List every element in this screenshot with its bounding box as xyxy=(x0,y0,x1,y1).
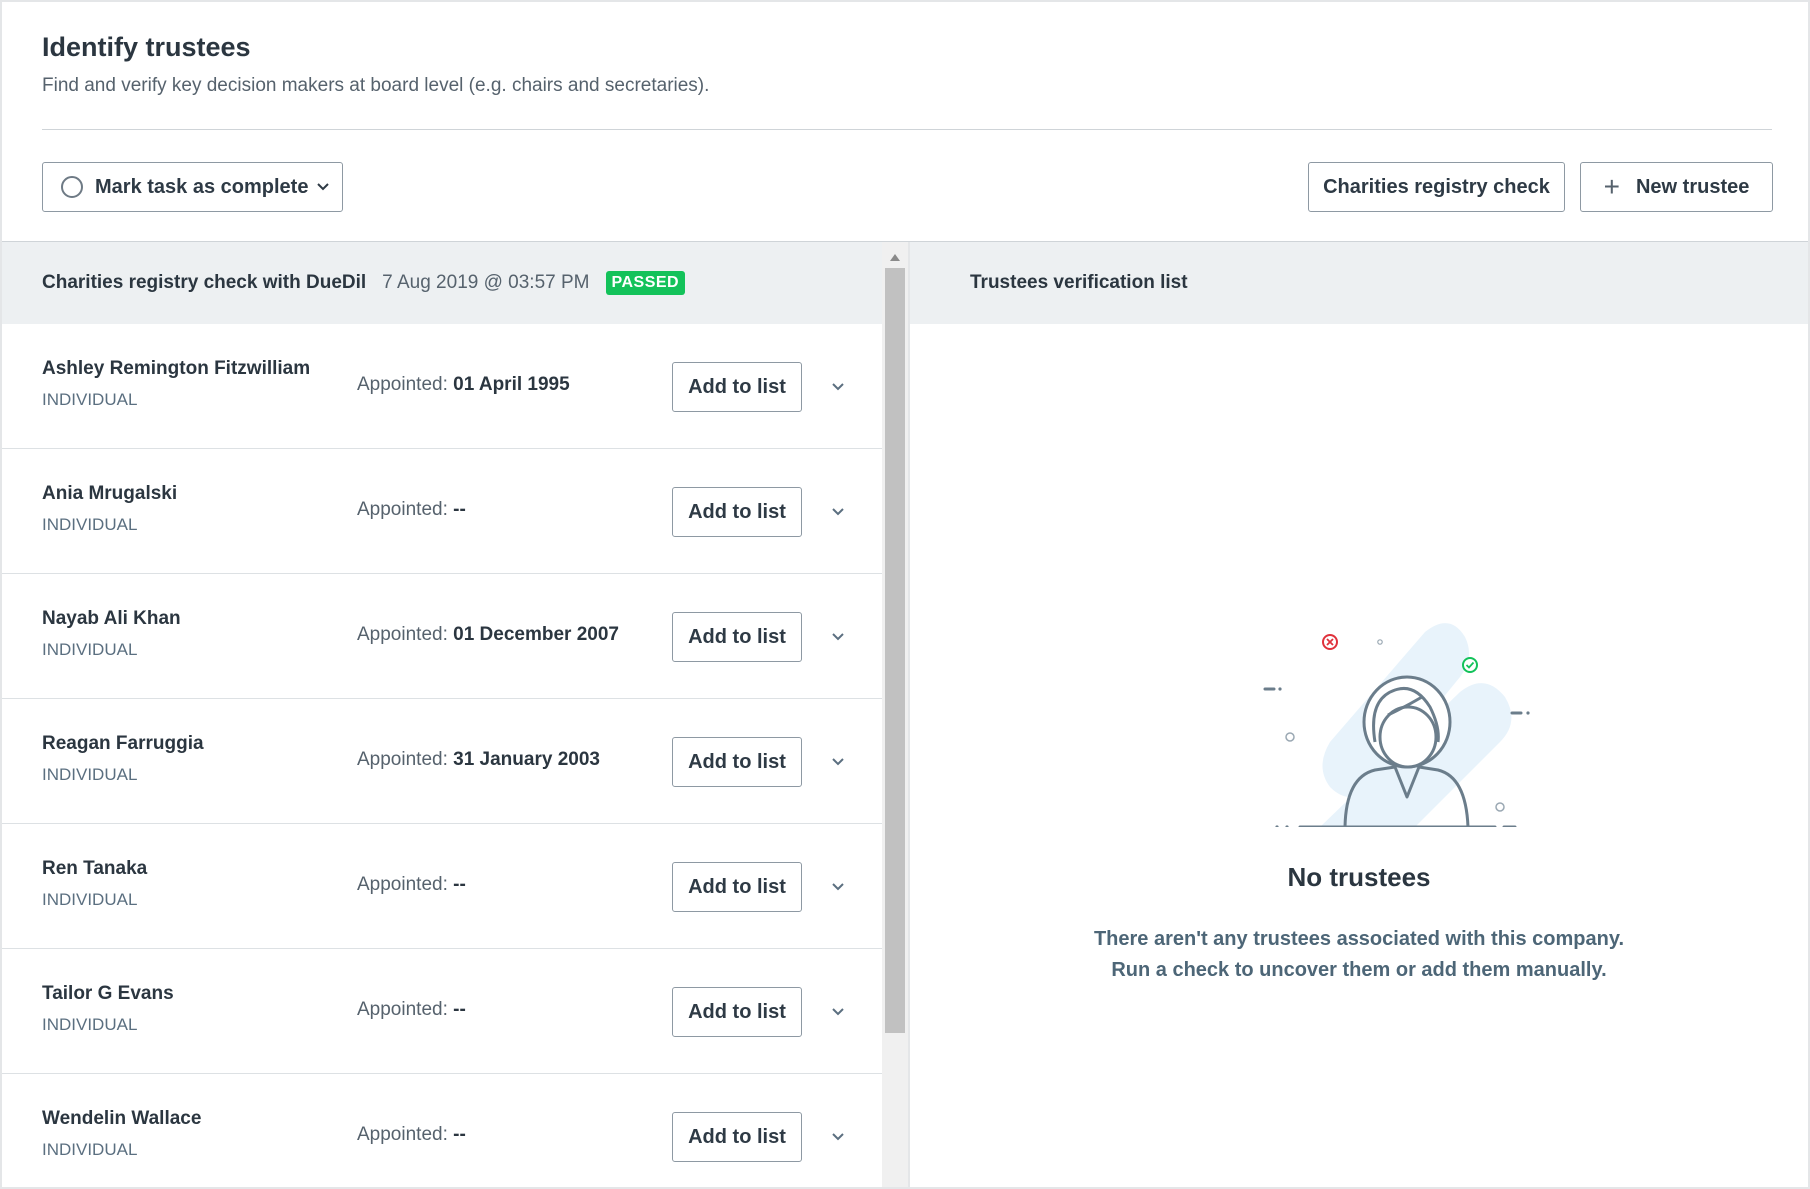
trustee-row: Ania Mrugalski INDIVIDUAL Appointed: -- … xyxy=(2,449,882,574)
add-to-list-label: Add to list xyxy=(688,625,786,648)
add-to-list-button[interactable]: Add to list xyxy=(672,737,802,787)
appointed-label: Appointed: xyxy=(357,499,454,520)
add-to-list-button[interactable]: Add to list xyxy=(672,987,802,1037)
appointed-label: Appointed: xyxy=(357,374,454,395)
appointed-label: Appointed: xyxy=(357,1124,454,1145)
appointed-date: 01 April 1995 xyxy=(453,374,570,395)
trustee-appointed: Appointed: -- xyxy=(357,999,466,1021)
scroll-up-arrow-icon[interactable] xyxy=(890,254,900,261)
new-trustee-label: New trustee xyxy=(1635,175,1750,198)
trustee-name: Reagan Farruggia xyxy=(42,733,204,754)
page-subtitle: Find and verify key decision makers at b… xyxy=(42,75,710,96)
add-to-list-label: Add to list xyxy=(688,1125,786,1148)
appointed-label: Appointed: xyxy=(357,749,454,770)
charities-registry-check-button[interactable]: Charities registry check xyxy=(1308,162,1565,212)
chevron-down-icon[interactable] xyxy=(828,1126,848,1146)
add-to-list-label: Add to list xyxy=(688,875,786,898)
chevron-down-icon[interactable] xyxy=(828,876,848,896)
mark-task-complete-button[interactable]: Mark task as complete xyxy=(42,162,343,212)
trustee-type: INDIVIDUAL xyxy=(42,1140,138,1159)
trustee-type: INDIVIDUAL xyxy=(42,640,138,659)
new-trustee-button[interactable]: + New trustee xyxy=(1580,162,1773,212)
trustee-type: INDIVIDUAL xyxy=(42,515,138,534)
trustee-row: Ren Tanaka INDIVIDUAL Appointed: -- Add … xyxy=(2,824,882,949)
chevron-down-icon[interactable] xyxy=(828,376,848,396)
trustee-list: Ashley Remington Fitzwilliam INDIVIDUAL … xyxy=(2,324,882,1187)
plus-icon: + xyxy=(1603,171,1620,202)
trustee-appointed: Appointed: -- xyxy=(357,1124,466,1146)
appointed-date: -- xyxy=(453,499,466,520)
circle-icon xyxy=(61,176,83,198)
chevron-down-icon[interactable] xyxy=(828,1001,848,1021)
appointed-label: Appointed: xyxy=(357,999,454,1020)
trustee-type: INDIVIDUAL xyxy=(42,765,138,784)
trustees-page: Identify trustees Find and verify key de… xyxy=(0,0,1810,1189)
add-to-list-label: Add to list xyxy=(688,750,786,773)
trustee-name: Nayab Ali Khan xyxy=(42,608,181,629)
charities-registry-check-label: Charities registry check xyxy=(1323,175,1550,198)
page-header: Identify trustees Find and verify key de… xyxy=(42,32,1768,97)
appointed-label: Appointed: xyxy=(357,624,454,645)
registry-check-header: Charities registry check with DueDil 7 A… xyxy=(2,242,882,324)
trustee-row: Wendelin Wallace INDIVIDUAL Appointed: -… xyxy=(2,1074,882,1187)
trustee-row: Nayab Ali Khan INDIVIDUAL Appointed: 01 … xyxy=(2,574,882,699)
scrollbar[interactable] xyxy=(882,242,908,1187)
trustee-type: INDIVIDUAL xyxy=(42,1015,138,1034)
trustee-name: Ashley Remington Fitzwilliam xyxy=(42,358,311,379)
appointed-date: 31 January 2003 xyxy=(453,749,600,770)
status-badge: PASSED xyxy=(605,271,686,295)
add-to-list-button[interactable]: Add to list xyxy=(672,862,802,912)
trustee-appointed: Appointed: -- xyxy=(357,499,466,521)
add-to-list-button[interactable]: Add to list xyxy=(672,612,802,662)
registry-results-panel: Charities registry check with DueDil 7 A… xyxy=(2,242,882,1187)
empty-state-line-1: There aren't any trustees associated wit… xyxy=(1093,928,1625,950)
empty-state-line-2: Run a check to uncover them or add them … xyxy=(1111,959,1607,981)
appointed-date: -- xyxy=(453,1124,466,1145)
add-to-list-button[interactable]: Add to list xyxy=(672,1112,802,1162)
chevron-down-icon xyxy=(317,183,330,191)
appointed-label: Appointed: xyxy=(357,874,454,895)
trustee-name: Tailor G Evans xyxy=(42,983,174,1004)
add-to-list-label: Add to list xyxy=(688,1000,786,1023)
empty-state-message: There aren't any trustees associated wit… xyxy=(910,924,1808,986)
verification-title: Trustees verification list xyxy=(970,272,1188,293)
trustee-name: Wendelin Wallace xyxy=(42,1108,202,1129)
trustee-row: Tailor G Evans INDIVIDUAL Appointed: -- … xyxy=(2,949,882,1074)
trustee-type: INDIVIDUAL xyxy=(42,890,138,909)
trustee-name: Ren Tanaka xyxy=(42,858,148,879)
mark-task-complete-label: Mark task as complete xyxy=(95,175,309,198)
trustee-name: Ania Mrugalski xyxy=(42,483,178,504)
chevron-down-icon[interactable] xyxy=(828,626,848,646)
chevron-down-icon[interactable] xyxy=(828,751,848,771)
trustee-appointed: Appointed: 01 April 1995 xyxy=(357,374,570,396)
page-title: Identify trustees xyxy=(42,32,251,62)
appointed-date: -- xyxy=(453,874,466,895)
trustee-row: Ashley Remington Fitzwilliam INDIVIDUAL … xyxy=(2,324,882,449)
verification-header: Trustees verification list xyxy=(910,242,1808,324)
trustee-appointed: Appointed: -- xyxy=(357,874,466,896)
add-to-list-label: Add to list xyxy=(688,500,786,523)
trustee-type: INDIVIDUAL xyxy=(42,390,138,409)
scroll-thumb[interactable] xyxy=(885,268,905,1033)
empty-state-title: No trustees xyxy=(1287,862,1431,892)
chevron-down-icon[interactable] xyxy=(828,501,848,521)
verification-panel: Trustees verification list No trustees T… xyxy=(910,242,1808,1187)
empty-person-illustration-icon xyxy=(1263,623,1530,827)
registry-check-source: Charities registry check with DueDil xyxy=(42,272,367,293)
registry-check-timestamp: 7 Aug 2019 @ 03:57 PM xyxy=(382,272,590,293)
trustee-appointed: Appointed: 01 December 2007 xyxy=(357,624,619,646)
add-to-list-label: Add to list xyxy=(688,375,786,398)
header-divider xyxy=(42,129,1772,130)
appointed-date: -- xyxy=(453,999,466,1020)
add-to-list-button[interactable]: Add to list xyxy=(672,487,802,537)
add-to-list-button[interactable]: Add to list xyxy=(672,362,802,412)
trustee-appointed: Appointed: 31 January 2003 xyxy=(357,749,600,771)
trustee-row: Reagan Farruggia INDIVIDUAL Appointed: 3… xyxy=(2,699,882,824)
appointed-date: 01 December 2007 xyxy=(453,624,619,645)
